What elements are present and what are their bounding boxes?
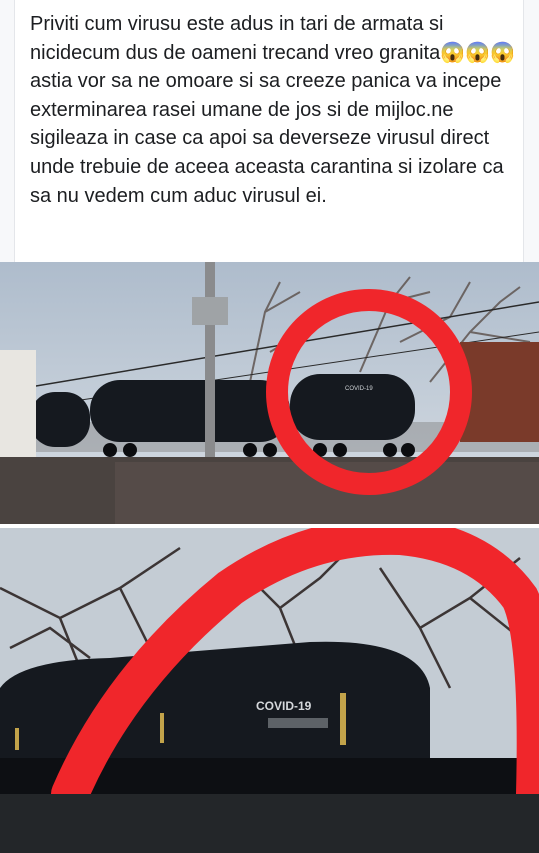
bottom-bar bbox=[0, 794, 539, 853]
post-text-area: Priviti cum virusu este adus in tari de … bbox=[0, 0, 539, 262]
post-message: Priviti cum virusu este adus in tari de … bbox=[30, 13, 515, 207]
train-photo-zoomed[interactable]: COVID-19 bbox=[0, 528, 539, 794]
train-photo-wide[interactable]: COVID-19 bbox=[0, 262, 539, 524]
tank-marking-top: COVID-19 bbox=[345, 386, 373, 392]
tank-marking-bottom: COVID-19 bbox=[256, 699, 312, 713]
